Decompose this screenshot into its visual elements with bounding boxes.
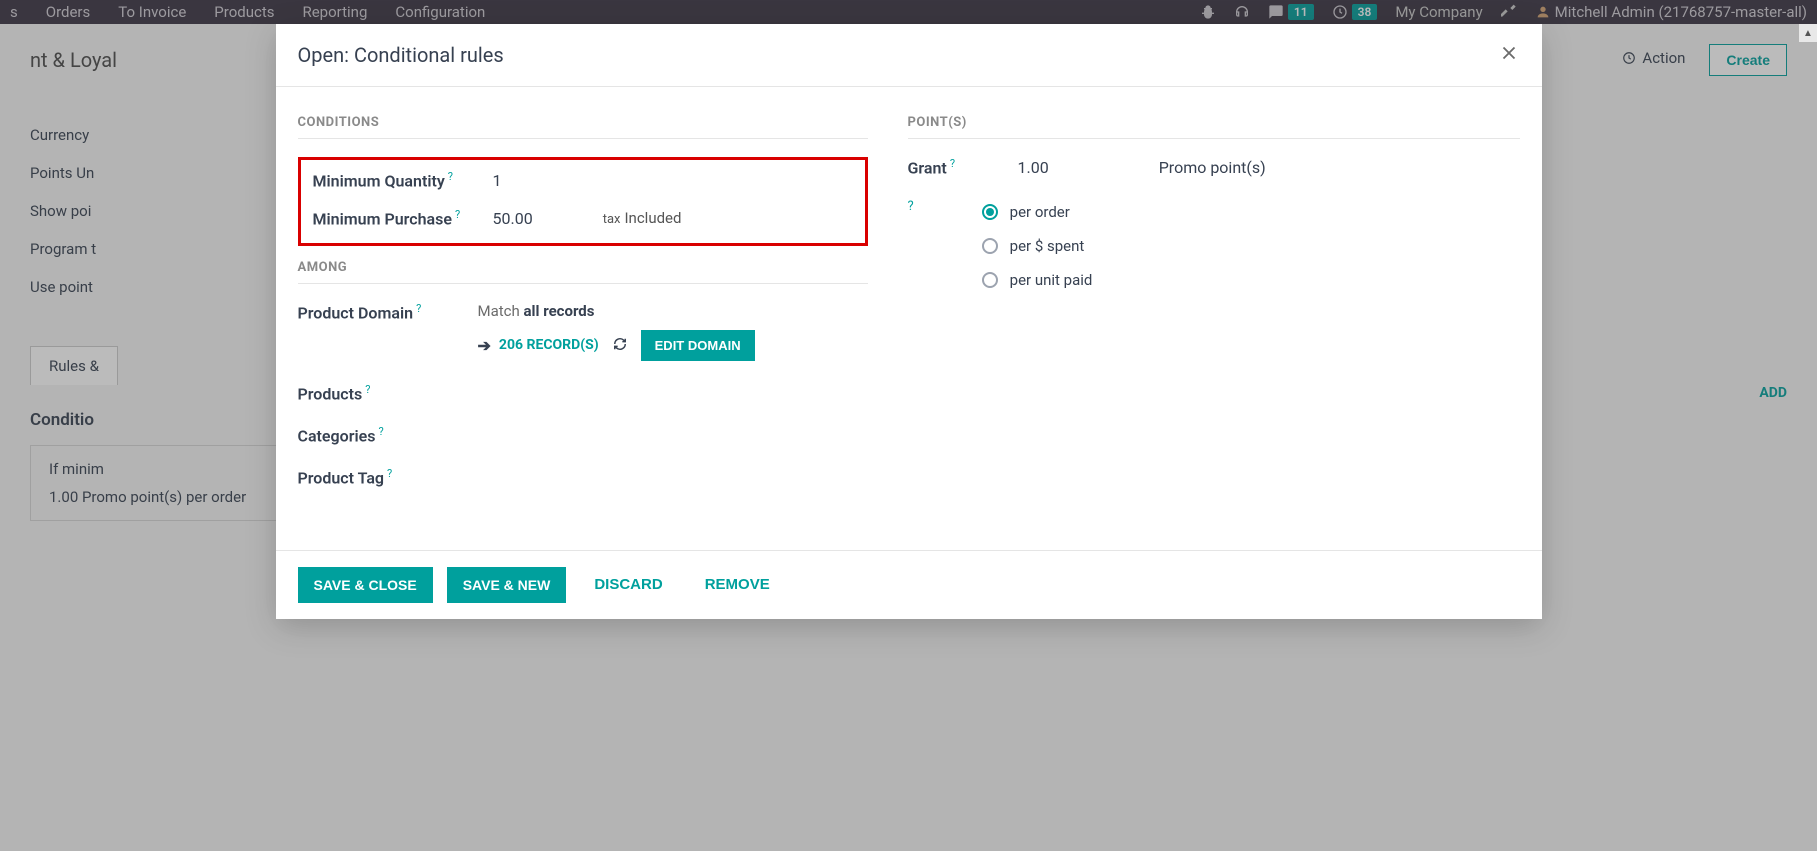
help-icon[interactable]: ?: [378, 425, 383, 438]
arrow-right-icon: ➔: [478, 336, 491, 355]
modal-body: CONDITIONS Minimum Quantity? 1 Minimum P…: [276, 87, 1542, 550]
categories-label: Categories?: [298, 425, 478, 445]
min-purchase-value[interactable]: 50.00: [493, 209, 533, 228]
help-icon[interactable]: ?: [416, 302, 421, 315]
product-tag-label: Product Tag?: [298, 467, 478, 487]
tax-included-note[interactable]: taxIncluded: [603, 209, 682, 227]
field-product-domain: Product Domain? Match all records ➔ 206 …: [298, 302, 868, 361]
radio-per-spent[interactable]: per $ spent: [982, 237, 1093, 255]
grant-value[interactable]: 1.00: [1018, 158, 1049, 177]
radio-per-unit[interactable]: per unit paid: [982, 271, 1093, 289]
section-points: POINT(S): [908, 115, 1520, 139]
section-among: AMONG: [298, 260, 868, 284]
discard-button[interactable]: DISCARD: [580, 568, 676, 601]
min-purchase-label: Minimum Purchase?: [313, 208, 493, 228]
records-link[interactable]: ➔ 206 RECORD(S): [478, 336, 599, 355]
highlighted-conditions: Minimum Quantity? 1 Minimum Purchase? 50…: [298, 157, 868, 246]
scroll-up-icon[interactable]: ▲: [1799, 24, 1817, 42]
close-icon[interactable]: [1498, 42, 1520, 68]
min-quantity-value[interactable]: 1: [493, 171, 502, 190]
save-close-button[interactable]: SAVE & CLOSE: [298, 567, 433, 603]
help-icon[interactable]: ?: [908, 199, 914, 289]
radio-label: per order: [1010, 203, 1070, 221]
field-min-quantity: Minimum Quantity? 1: [313, 170, 853, 190]
edit-domain-button[interactable]: EDIT DOMAIN: [641, 330, 755, 361]
product-domain-label: Product Domain?: [298, 302, 478, 322]
modal-conditional-rules: Open: Conditional rules CONDITIONS Minim…: [276, 24, 1542, 619]
products-label: Products?: [298, 383, 478, 403]
help-icon[interactable]: ?: [365, 383, 370, 396]
refresh-icon[interactable]: [613, 336, 627, 355]
radio-per-order[interactable]: per order: [982, 203, 1093, 221]
field-grant: Grant? 1.00 Promo point(s): [908, 157, 1520, 177]
modal-title: Open: Conditional rules: [298, 43, 504, 67]
domain-match-text: Match all records: [478, 302, 755, 320]
field-min-purchase: Minimum Purchase? 50.00 taxIncluded: [313, 208, 853, 228]
remove-button[interactable]: REMOVE: [691, 568, 784, 601]
grant-unit: Promo point(s): [1159, 158, 1266, 177]
field-products: Products?: [298, 383, 868, 403]
help-icon[interactable]: ?: [448, 170, 453, 183]
modal-footer: SAVE & CLOSE SAVE & NEW DISCARD REMOVE: [276, 550, 1542, 619]
field-product-tag: Product Tag?: [298, 467, 868, 487]
help-icon[interactable]: ?: [455, 208, 460, 221]
radio-icon: [982, 204, 998, 220]
help-icon[interactable]: ?: [950, 157, 955, 170]
radio-label: per unit paid: [1010, 271, 1093, 289]
modal-col-left: CONDITIONS Minimum Quantity? 1 Minimum P…: [298, 115, 868, 510]
save-new-button[interactable]: SAVE & NEW: [447, 567, 567, 603]
min-quantity-label: Minimum Quantity?: [313, 170, 493, 190]
section-conditions: CONDITIONS: [298, 115, 868, 139]
grant-label: Grant?: [908, 157, 978, 177]
field-categories: Categories?: [298, 425, 868, 445]
help-icon[interactable]: ?: [387, 467, 392, 480]
radio-icon: [982, 238, 998, 254]
radio-icon: [982, 272, 998, 288]
modal-header: Open: Conditional rules: [276, 24, 1542, 87]
grant-mode-radios: per order per $ spent per unit paid: [982, 203, 1093, 289]
modal-col-right: POINT(S) Grant? 1.00 Promo point(s) ? pe…: [908, 115, 1520, 510]
radio-label: per $ spent: [1010, 237, 1085, 255]
